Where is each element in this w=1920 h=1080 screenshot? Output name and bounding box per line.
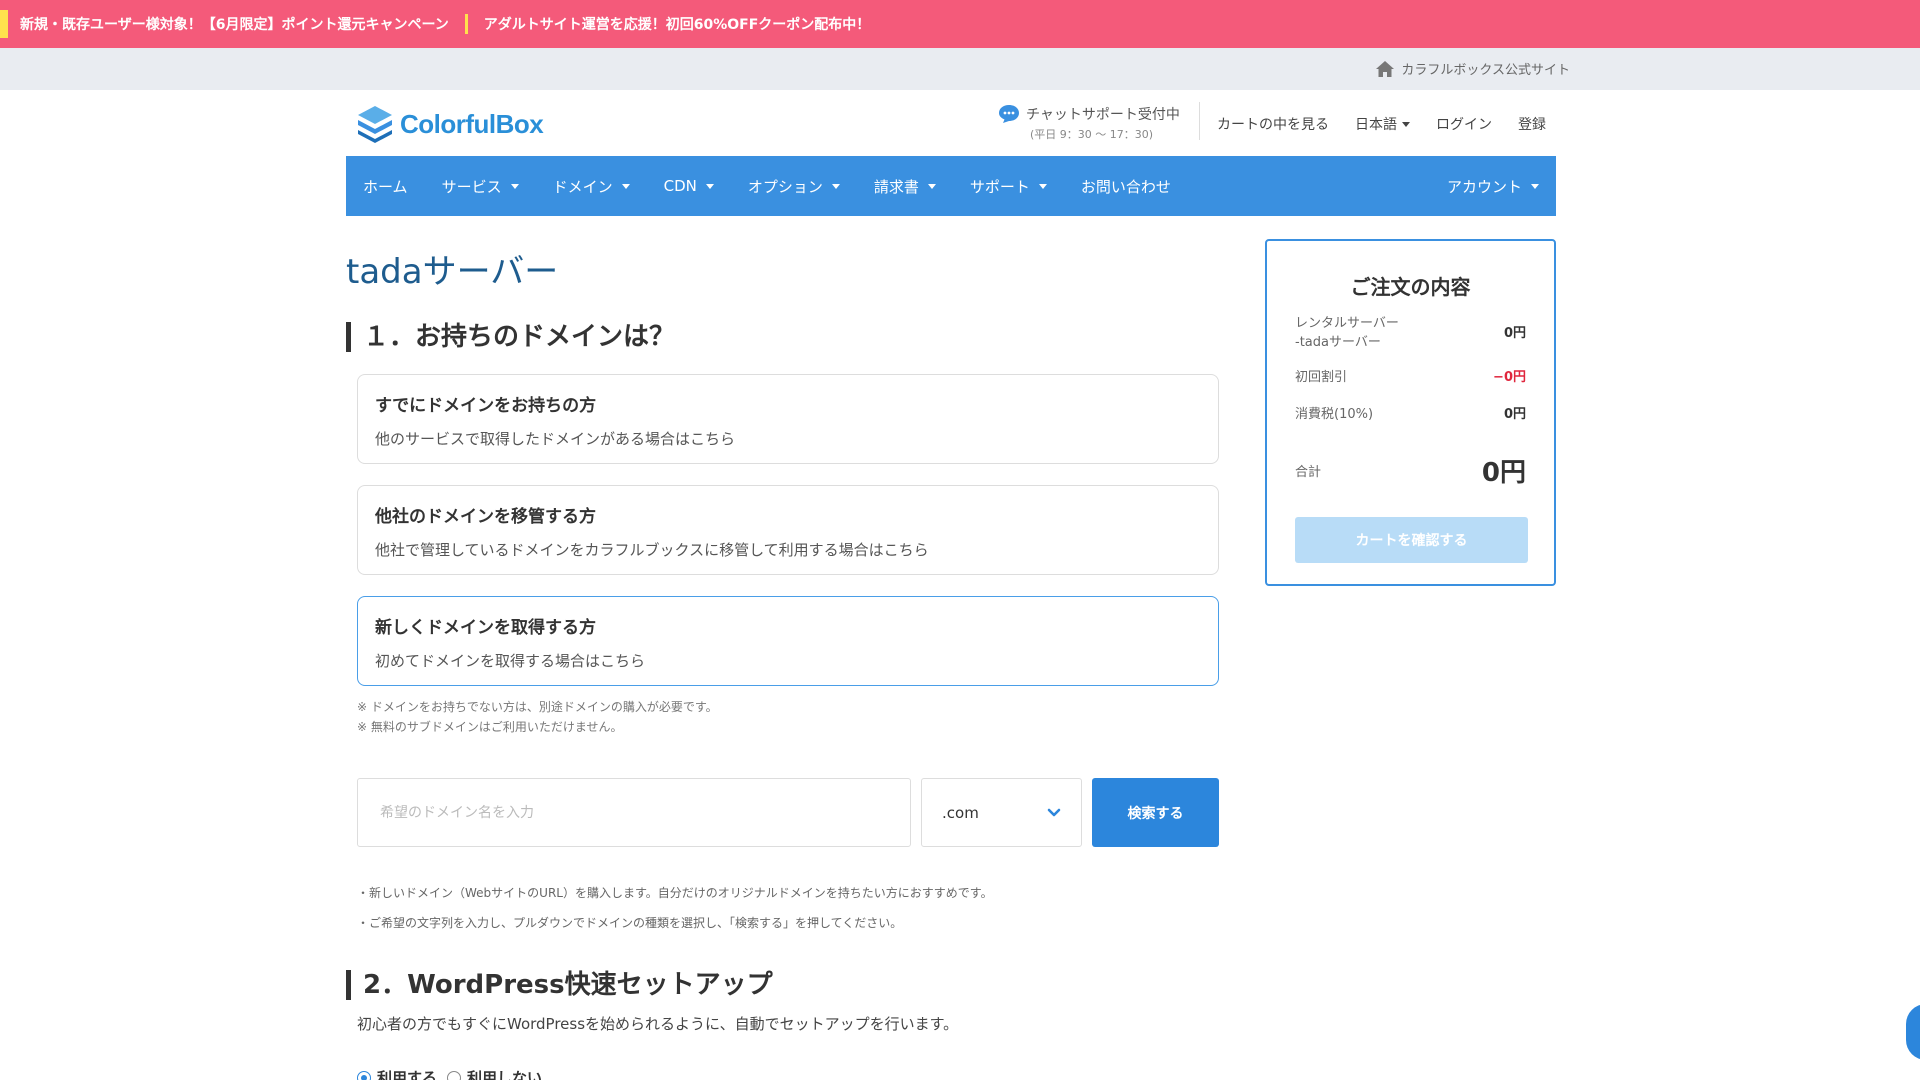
section2-description: 初心者の方でもすぐにWordPressを始められるように、自動でセットアップを行… — [357, 1015, 959, 1033]
order-item-name: レンタルサーバー — [1295, 316, 1399, 331]
language-label: 日本語 — [1355, 117, 1397, 133]
instruction-line: ・新しいドメイン（WebサイトのURL）を購入します。自分だけのオリジナルドメイ… — [357, 886, 993, 900]
tax-value: 0円 — [1503, 407, 1526, 422]
note-line: ※ ドメインをお持ちでない方は、別途ドメインの購入が必要です。 — [357, 700, 718, 714]
nav-service-label: サービス — [441, 177, 502, 196]
wordpress-setup-options: 利用する 利用しない — [357, 1067, 542, 1080]
confirm-cart-button[interactable]: カートを確認する — [1295, 517, 1528, 563]
order-row-total: 合計 0円 — [1295, 452, 1526, 489]
order-item-price: 0円 — [1503, 325, 1526, 341]
nav-support-label: サポート — [969, 177, 1030, 196]
nav-contact[interactable]: お問い合わせ — [1064, 156, 1188, 216]
caret-down-icon — [510, 183, 519, 189]
radio-use-label: 利用する — [377, 1069, 438, 1080]
option-title: すでにドメインをお持ちの方 — [375, 396, 597, 416]
order-item-plan: -tadaサーバー — [1295, 335, 1381, 350]
caret-down-icon — [705, 183, 714, 189]
order-summary-title: ご注文の内容 — [1350, 275, 1471, 299]
sub-bar: カラフルボックス公式サイト — [0, 48, 1920, 90]
domain-search-button[interactable]: 検索する — [1092, 778, 1219, 847]
option-desc: 他社で管理しているドメインをカラフルブックスに移管して利用する場合はこちら — [375, 541, 929, 559]
register-link[interactable]: 登録 — [1518, 114, 1546, 134]
discount-label: 初回割引 — [1295, 370, 1348, 385]
domain-instructions: ・新しいドメイン（WebサイトのURL）を購入します。自分だけのオリジナルドメイ… — [357, 878, 993, 938]
promo-bar: 新規・既存ユーザー様対象！【6月限定】ポイント還元キャンペーン アダルトサイト運… — [0, 0, 1920, 48]
domain-notes: ※ ドメインをお持ちでない方は、別途ドメインの購入が必要です。 ※ 無料のサブド… — [357, 697, 718, 737]
domain-option-transfer[interactable]: 他社のドメインを移管する方 他社で管理しているドメインをカラフルブックスに移管し… — [357, 485, 1219, 575]
total-value: 0円 — [1481, 458, 1526, 488]
nav-domain[interactable]: ドメイン — [536, 156, 647, 216]
section2-heading: 2．WordPress快速セットアップ — [346, 970, 773, 1000]
login-link[interactable]: ログイン — [1436, 114, 1492, 134]
radio-use[interactable] — [357, 1070, 371, 1080]
nav-account[interactable]: アカウント — [1430, 156, 1556, 216]
domain-option-new[interactable]: 新しくドメインを取得する方 初めてドメインを取得する場合はこちら — [357, 596, 1219, 686]
radio-not-use[interactable] — [447, 1070, 462, 1080]
nav-options-label: オプション — [747, 177, 823, 196]
order-row-server: レンタルサーバー -tadaサーバー 0円 — [1295, 312, 1526, 350]
nav-cdn[interactable]: CDN — [647, 156, 731, 216]
domain-option-existing[interactable]: すでにドメインをお持ちの方 他のサービスで取得したドメインがある場合はこちら — [357, 374, 1219, 464]
discount-value: −0円 — [1493, 370, 1526, 385]
floating-chat-button[interactable] — [1906, 1004, 1920, 1060]
caret-down-icon — [621, 183, 630, 189]
order-summary: ご注文の内容 レンタルサーバー -tadaサーバー 0円 初回割引 −0円 消費… — [1265, 239, 1556, 586]
caret-down-icon — [1531, 183, 1539, 189]
caret-down-icon — [831, 183, 840, 189]
chat-support-label: チャットサポート受付中 — [1026, 107, 1180, 123]
option-title: 他社のドメインを移管する方 — [375, 507, 596, 527]
header-links: カートの中を見る 日本語 ログイン 登録 — [1191, 114, 1546, 134]
promo-accent — [0, 10, 8, 38]
option-desc: 他のサービスで取得したドメインがある場合はこちら — [375, 430, 736, 448]
promo-link-campaign[interactable]: 新規・既存ユーザー様対象！【6月限定】ポイント還元キャンペーン — [20, 14, 449, 34]
home-icon — [1376, 60, 1395, 77]
tld-selected-value: .com — [942, 803, 979, 822]
domain-search-input[interactable] — [357, 778, 911, 847]
nav-contact-label: お問い合わせ — [1080, 177, 1171, 196]
nav-home[interactable]: ホーム — [346, 156, 425, 216]
chat-support-hours: (平日 9：30 〜 17：30) — [1030, 128, 1154, 141]
note-line: ※ 無料のサブドメインはご利用いただけません。 — [357, 720, 623, 734]
nav-home-label: ホーム — [363, 177, 408, 196]
chevron-down-icon — [1047, 808, 1061, 816]
official-site-link[interactable]: カラフルボックス公式サイト — [1375, 59, 1570, 78]
view-cart-link[interactable]: カートの中を見る — [1217, 114, 1329, 134]
nav-service[interactable]: サービス — [425, 156, 536, 216]
official-site-label: カラフルボックス公式サイト — [1401, 63, 1570, 78]
language-dropdown[interactable]: 日本語 — [1355, 114, 1410, 134]
nav-invoice-label: 請求書 — [873, 177, 919, 196]
caret-down-icon — [1038, 183, 1047, 189]
caret-down-icon — [1402, 121, 1410, 127]
chat-bubble-icon — [999, 105, 1019, 123]
nav-support[interactable]: サポート — [953, 156, 1064, 216]
radio-not-use-label: 利用しない — [467, 1069, 543, 1080]
colorfulbox-logo-icon — [358, 106, 392, 143]
nav-options[interactable]: オプション — [731, 156, 857, 216]
logo-text: ColorfulBox — [400, 108, 544, 139]
chat-support[interactable]: チャットサポート受付中 (平日 9：30 〜 17：30) — [998, 104, 1180, 142]
promo-link-coupon[interactable]: アダルトサイト運営を応援！初回60%OFFクーポン配布中！ — [484, 14, 871, 34]
nav-account-label: アカウント — [1446, 177, 1522, 196]
order-row-tax: 消費税(10%) 0円 — [1295, 403, 1526, 422]
nav-invoice[interactable]: 請求書 — [857, 156, 953, 216]
promo-separator — [464, 14, 468, 34]
option-desc: 初めてドメインを取得する場合はこちら — [375, 652, 646, 670]
option-title: 新しくドメインを取得する方 — [375, 618, 596, 638]
order-row-discount: 初回割引 −0円 — [1295, 366, 1526, 385]
nav-domain-label: ドメイン — [552, 177, 613, 196]
nav-cdn-label: CDN — [663, 177, 697, 195]
caret-down-icon — [927, 183, 936, 189]
section1-heading: １．お持ちのドメインは？ — [346, 322, 675, 352]
main-nav: ホーム サービス ドメイン CDN オプション 請求書 サポート お問い合わせ … — [346, 156, 1556, 216]
tax-label: 消費税(10%) — [1295, 407, 1374, 422]
logo[interactable]: ColorfulBox — [356, 104, 544, 144]
page-title: tadaサーバー — [346, 252, 559, 292]
instruction-line: ・ご希望の文字列を入力し、プルダウンでドメインの種類を選択し、「検索する」を押し… — [357, 916, 903, 930]
total-label: 合計 — [1295, 465, 1322, 480]
tld-select[interactable]: .com — [921, 778, 1082, 847]
site-header: ColorfulBox チャットサポート受付中 (平日 9：30 〜 17：30… — [346, 90, 1556, 156]
